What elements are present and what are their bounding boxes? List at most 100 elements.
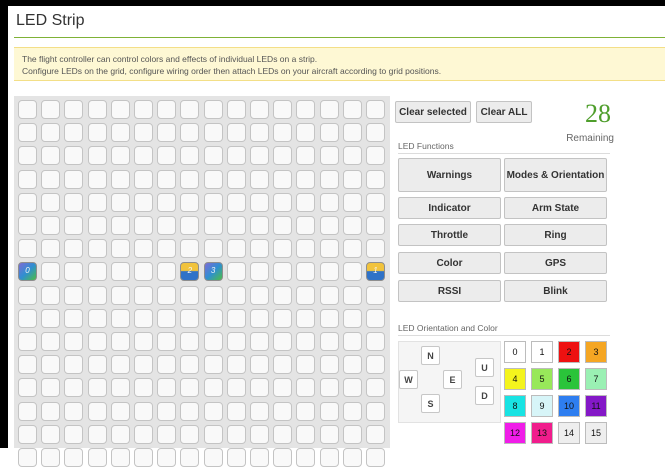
led-grid-cell[interactable] [18, 424, 37, 444]
led-grid-cell[interactable] [110, 332, 130, 351]
led-grid-cell[interactable] [110, 146, 130, 166]
led-grid-cell[interactable] [226, 239, 246, 259]
led-grid-cell[interactable] [110, 192, 130, 212]
led-grid-cell[interactable] [134, 424, 153, 444]
led-grid-cell[interactable] [319, 355, 339, 375]
led-grid-cell[interactable] [319, 169, 339, 189]
led-grid-cell[interactable] [319, 424, 339, 444]
color-swatch-6[interactable]: 6 [558, 368, 580, 390]
led-grid-cell[interactable] [342, 285, 362, 305]
led-grid-cell[interactable] [157, 424, 177, 444]
led-grid-cell[interactable] [41, 378, 61, 398]
led-grid-cell[interactable] [157, 285, 177, 305]
led-grid-cell[interactable] [41, 448, 61, 467]
led-grid-cell[interactable] [180, 285, 200, 305]
color-swatch-7[interactable]: 7 [585, 368, 607, 390]
led-grid-cell[interactable] [64, 285, 84, 305]
led-grid-cell[interactable] [157, 355, 177, 375]
led-grid-cell[interactable] [273, 355, 293, 375]
led-grid-cell[interactable] [41, 355, 61, 375]
clear-selected-button[interactable]: Clear selected [395, 101, 471, 123]
led-grid-cell[interactable] [342, 332, 362, 351]
led-grid-cell[interactable] [273, 216, 293, 235]
led-grid-cell[interactable] [157, 378, 177, 398]
led-grid-cell[interactable] [366, 100, 385, 119]
led-grid-cell[interactable] [366, 285, 385, 305]
led-grid-cell[interactable] [273, 192, 293, 212]
led-grid-cell[interactable] [110, 285, 130, 305]
led-grid-cell[interactable] [296, 192, 316, 212]
led-grid-cell[interactable] [134, 216, 153, 235]
led-grid-cell[interactable] [226, 192, 246, 212]
led-grid-cell[interactable] [87, 192, 107, 212]
led-grid-cell[interactable] [134, 239, 153, 259]
led-grid-cell[interactable] [250, 192, 269, 212]
led-grid-cell[interactable] [18, 308, 37, 328]
color-swatch-15[interactable]: 15 [585, 422, 607, 444]
led-grid-cell[interactable] [18, 192, 37, 212]
led-grid-cell[interactable] [110, 355, 130, 375]
led-grid-cell[interactable] [250, 216, 269, 235]
led-grid-cell[interactable] [250, 332, 269, 351]
led-grid-cell[interactable] [319, 262, 339, 282]
led-grid-cell[interactable] [226, 169, 246, 189]
led-grid-cell[interactable] [273, 239, 293, 259]
led-grid-cell[interactable] [110, 448, 130, 467]
led-grid-cell[interactable] [134, 355, 153, 375]
led-grid-cell[interactable] [134, 378, 153, 398]
led-grid-cell[interactable] [180, 401, 200, 421]
led-grid-cell[interactable] [87, 169, 107, 189]
led-grid-cell[interactable] [342, 355, 362, 375]
led-grid-cell[interactable] [296, 401, 316, 421]
led-grid-cell-assigned[interactable]: 3 [203, 262, 223, 282]
direction-south-button[interactable]: S [421, 394, 440, 413]
led-grid-cell[interactable] [180, 332, 200, 351]
led-grid-cell[interactable] [342, 424, 362, 444]
direction-west-button[interactable]: W [399, 370, 418, 389]
led-grid-cell[interactable] [342, 192, 362, 212]
led-grid-cell[interactable] [203, 146, 223, 166]
led-grid-cell[interactable] [64, 355, 84, 375]
led-grid-cell[interactable] [203, 355, 223, 375]
led-grid-cell[interactable] [342, 448, 362, 467]
led-grid-cell[interactable] [180, 448, 200, 467]
function-arm-state-button[interactable]: Arm State [504, 197, 607, 219]
led-grid-cell[interactable] [250, 239, 269, 259]
color-swatch-0[interactable]: 0 [504, 341, 526, 363]
led-grid-cell[interactable] [64, 192, 84, 212]
led-grid-cell[interactable] [296, 123, 316, 143]
led-grid-cell[interactable] [366, 169, 385, 189]
led-grid-cell[interactable] [110, 378, 130, 398]
led-grid-cell[interactable] [342, 262, 362, 282]
led-grid-cell[interactable] [64, 146, 84, 166]
led-grid-cell[interactable] [203, 123, 223, 143]
led-grid-cell[interactable] [110, 216, 130, 235]
led-grid-cell[interactable] [134, 448, 153, 467]
led-grid-cell[interactable] [134, 262, 153, 282]
led-grid-cell[interactable] [64, 239, 84, 259]
led-grid-cell[interactable] [226, 123, 246, 143]
led-grid-cell[interactable] [203, 448, 223, 467]
led-grid-cell[interactable] [110, 308, 130, 328]
led-grid-cell[interactable] [18, 378, 37, 398]
led-grid-cell[interactable] [157, 308, 177, 328]
led-grid-cell[interactable] [296, 239, 316, 259]
color-swatch-13[interactable]: 13 [531, 422, 553, 444]
led-grid-cell[interactable] [64, 123, 84, 143]
led-grid-cell[interactable] [342, 169, 362, 189]
led-grid-cell[interactable] [250, 424, 269, 444]
led-grid-cell[interactable] [342, 378, 362, 398]
led-grid-cell[interactable] [87, 216, 107, 235]
led-grid-cell[interactable] [157, 169, 177, 189]
led-grid-cell[interactable] [41, 146, 61, 166]
led-grid-cell[interactable] [273, 123, 293, 143]
led-grid-cell[interactable] [110, 401, 130, 421]
led-grid-cell-assigned[interactable]: 1 [366, 262, 385, 282]
led-grid-cell[interactable] [41, 401, 61, 421]
led-grid-cell[interactable] [203, 332, 223, 351]
led-grid-cell[interactable] [273, 332, 293, 351]
led-grid-cell[interactable] [273, 262, 293, 282]
led-grid-cell[interactable] [250, 401, 269, 421]
led-grid-cell[interactable] [64, 401, 84, 421]
color-swatch-10[interactable]: 10 [558, 395, 580, 417]
